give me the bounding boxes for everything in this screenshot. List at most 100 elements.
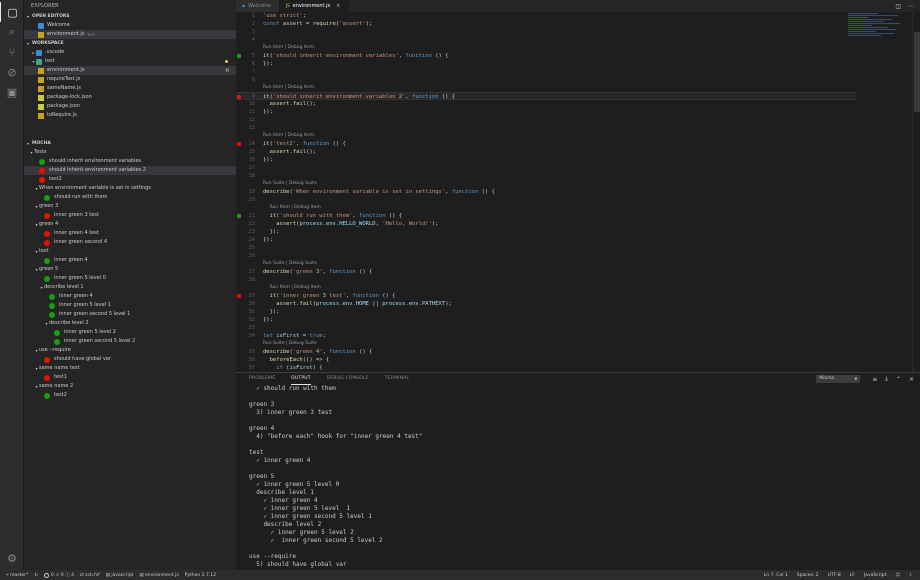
code-line: 8 (236, 76, 856, 84)
sync-icon[interactable]: ↻ (34, 573, 38, 578)
code-lens[interactable]: Run Suite | Debug Suite (263, 181, 317, 187)
branch-status[interactable]: ⑂ master* (6, 572, 28, 579)
test-suite-item[interactable]: ▾ same name 2 (24, 382, 236, 391)
output-log[interactable]: ✓ should run with them green 3 3) inner g… (249, 385, 889, 571)
test-item[interactable]: inner green 5 level 2 (24, 328, 236, 337)
indentation[interactable]: Spaces: 2 (797, 573, 819, 578)
test-item[interactable]: inner green 3 test (24, 211, 236, 220)
test-item[interactable]: should have global var (24, 355, 236, 364)
workspace-item[interactable]: requireTest.js (24, 75, 236, 84)
code-text: }); (263, 61, 273, 67)
test-item[interactable]: test2 (24, 391, 236, 400)
source-control-icon[interactable]: ⑂ (0, 42, 24, 62)
extensions-icon[interactable]: ▣ (0, 82, 24, 102)
workspace-item[interactable]: toRequire.js (24, 111, 236, 120)
lock-scroll-icon[interactable]: ⤓ (885, 375, 888, 383)
test-suite-item[interactable]: ▾ test (24, 247, 236, 256)
test-suite-item[interactable]: ▾ describe level 1 (24, 283, 236, 292)
more-actions-icon[interactable]: ⋯ (908, 3, 914, 10)
tab-terminal[interactable]: TERMINAL (385, 373, 409, 385)
open-editor-item[interactable]: Welcome (24, 21, 236, 30)
test-item[interactable]: test1 (24, 373, 236, 382)
workspace-item[interactable]: package.json (24, 102, 236, 111)
minimap[interactable] (848, 12, 908, 62)
test-item[interactable]: inner green 4 test (24, 229, 236, 238)
test-suite-item[interactable]: ▾ When environment variable is set in set… (24, 184, 236, 193)
mocha-header[interactable]: ▾ MOCHA (24, 139, 236, 148)
test-suite-item[interactable]: ▾ green 5 (24, 265, 236, 274)
code-lens[interactable]: Run Item | Debug Item (263, 45, 314, 51)
test-item[interactable]: inner green 5 level 0 (24, 274, 236, 283)
test-item[interactable]: inner green 4 (24, 292, 236, 301)
python-status[interactable]: Python 2.7.12 (185, 573, 216, 578)
test-suite-item[interactable]: ▾ Tests (24, 148, 236, 157)
folder-icon (36, 49, 42, 56)
workspace-item[interactable]: ▸ .vscode (24, 48, 236, 57)
test-item[interactable]: should run with them (24, 193, 236, 202)
test-suite-item[interactable]: ▾ describe level 2 (24, 319, 236, 328)
tab-debug-console[interactable]: DEBUG CONSOLE (327, 373, 369, 385)
code-lens[interactable]: Run Item | Debug Item (263, 133, 314, 139)
tab-welcome[interactable]: ◆ Welcome (236, 0, 280, 12)
file-status[interactable]: ▤ environment.js (139, 573, 178, 578)
test-item[interactable]: inner green second 5 level 2 (24, 337, 236, 346)
code-editor[interactable]: 1 'use strict'; 2 const assert = require('a… (236, 12, 920, 372)
test-suite-item[interactable]: ▾ same name test (24, 364, 236, 373)
test-item[interactable]: inner green second 4 (24, 238, 236, 247)
pass-status-icon (44, 257, 50, 264)
pass-status-icon (49, 302, 55, 309)
encoding[interactable]: UTF-8 (828, 573, 841, 578)
search-icon[interactable]: ⌕ (0, 22, 24, 42)
bell-icon[interactable]: ♪ (909, 573, 912, 578)
ssh-status[interactable]: ⇄ ssh.fsf (80, 573, 100, 578)
workspace-item[interactable]: sameName.js (24, 84, 236, 93)
files-icon[interactable]: ▢ (0, 2, 24, 22)
cursor-position[interactable]: Ln 7, Col 1 (764, 573, 788, 578)
code-lens[interactable]: Run Item | Debug Item (270, 285, 321, 291)
line-number: 16 (248, 157, 255, 163)
code-lens[interactable]: Run Item | Debug Item (270, 205, 321, 211)
test-item[interactable]: should inherit environment variables (24, 157, 236, 166)
line-number: 32 (248, 317, 255, 323)
test-label: inner green 5 level 1 (59, 302, 111, 308)
problems-status[interactable]: 0 ⚠ 0 ⓘ 4 (44, 572, 74, 578)
open-editors-header[interactable]: ▾ OPEN EDITORS (24, 12, 236, 21)
open-editor-item[interactable]: environment.js test (24, 30, 236, 39)
test-item[interactable]: should inherit environment variables 2 (24, 166, 236, 175)
tab-environment-js[interactable]: JS environment.js × (279, 0, 350, 12)
test-suite-item[interactable]: ▾ use --require (24, 346, 236, 355)
maximize-panel-icon[interactable]: ⌃ (896, 376, 901, 383)
line-number: 30 (248, 301, 255, 307)
output-channel-select[interactable]: Mocha ▼ (816, 375, 861, 383)
workspace-item[interactable]: ▾ test (24, 57, 236, 66)
tab-problems[interactable]: PROBLEMS (249, 373, 275, 385)
test-item[interactable]: test2 (24, 175, 236, 184)
clear-output-icon[interactable]: ≡ (872, 376, 877, 383)
close-panel-icon[interactable]: × (909, 376, 914, 383)
smiley-icon[interactable]: ☺ (895, 573, 900, 578)
debug-icon[interactable]: ⊘ (0, 62, 24, 82)
test-item[interactable]: inner green 5 level 1 (24, 301, 236, 310)
code-lens[interactable]: Run Item | Debug Item (263, 85, 314, 91)
code-lens[interactable]: Run Suite | Debug Suite (263, 261, 317, 267)
code-line: 1 'use strict'; (236, 12, 856, 20)
chevron-down-icon: ▼ (854, 377, 858, 381)
workspace-item[interactable]: package-lock.json (24, 93, 236, 102)
code-lens[interactable]: Run Suite | Debug Suite (263, 341, 317, 347)
line-number: 13 (248, 125, 255, 131)
test-suite-item[interactable]: ▾ green 4 (24, 220, 236, 229)
test-item[interactable]: inner green 4 (24, 256, 236, 265)
workspace-header[interactable]: ▾ WORKSPACE (24, 39, 236, 48)
test-suite-item[interactable]: ▾ green 3 (24, 202, 236, 211)
warning-icon: ⚠ (55, 572, 60, 578)
workspace-item[interactable]: environment.js M (24, 66, 236, 75)
test-item[interactable]: inner green second 5 level 1 (24, 310, 236, 319)
tab-output[interactable]: OUTPUT (291, 373, 311, 385)
close-icon[interactable]: × (336, 0, 340, 12)
split-editor-icon[interactable]: ◫ (895, 3, 901, 10)
language-status-left[interactable]: ▤ javascript (106, 573, 134, 578)
language-mode[interactable]: JavaScript (864, 573, 887, 578)
eol[interactable]: LF (850, 573, 855, 578)
editor-scrollbar[interactable] (912, 12, 920, 372)
gear-icon[interactable]: ⚙ (0, 548, 24, 568)
